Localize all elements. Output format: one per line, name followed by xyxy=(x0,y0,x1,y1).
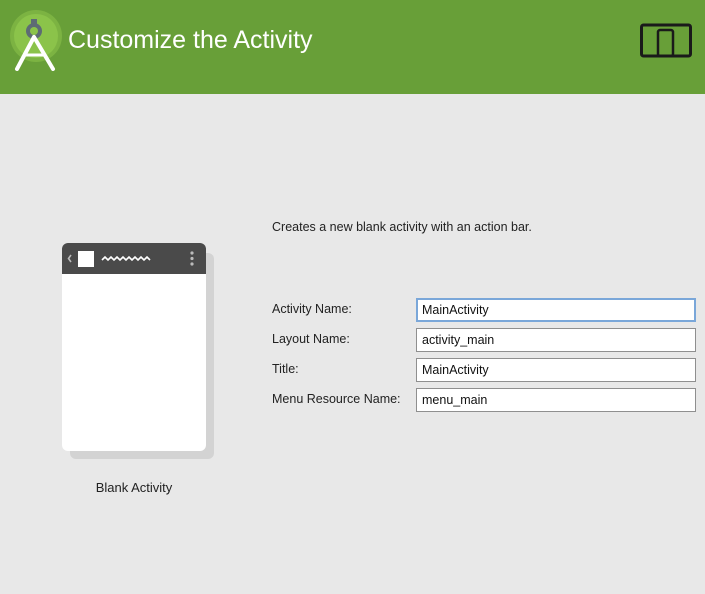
menu-resource-name-label: Menu Resource Name: xyxy=(272,392,401,406)
activity-name-input[interactable] xyxy=(416,298,696,322)
android-studio-icon xyxy=(10,10,62,71)
activity-name-label: Activity Name: xyxy=(272,302,352,316)
page-title: Customize the Activity xyxy=(68,26,313,54)
title-squiggle-icon xyxy=(101,255,151,262)
template-name: Blank Activity xyxy=(95,480,173,495)
header-bar: Customize the Activity xyxy=(0,0,705,94)
template-preview[interactable] xyxy=(62,243,206,451)
app-icon-placeholder xyxy=(78,251,94,267)
overflow-menu-icon xyxy=(190,251,194,266)
template-description: Creates a new blank activity with an act… xyxy=(272,220,532,234)
phone-tablet-icon xyxy=(640,23,692,58)
title-label: Title: xyxy=(272,362,299,376)
menu-resource-name-input[interactable] xyxy=(416,388,696,412)
back-chevron-icon xyxy=(67,254,72,263)
layout-name-input[interactable] xyxy=(416,328,696,352)
preview-action-bar xyxy=(62,243,206,274)
title-input[interactable] xyxy=(416,358,696,382)
layout-name-label: Layout Name: xyxy=(272,332,350,346)
